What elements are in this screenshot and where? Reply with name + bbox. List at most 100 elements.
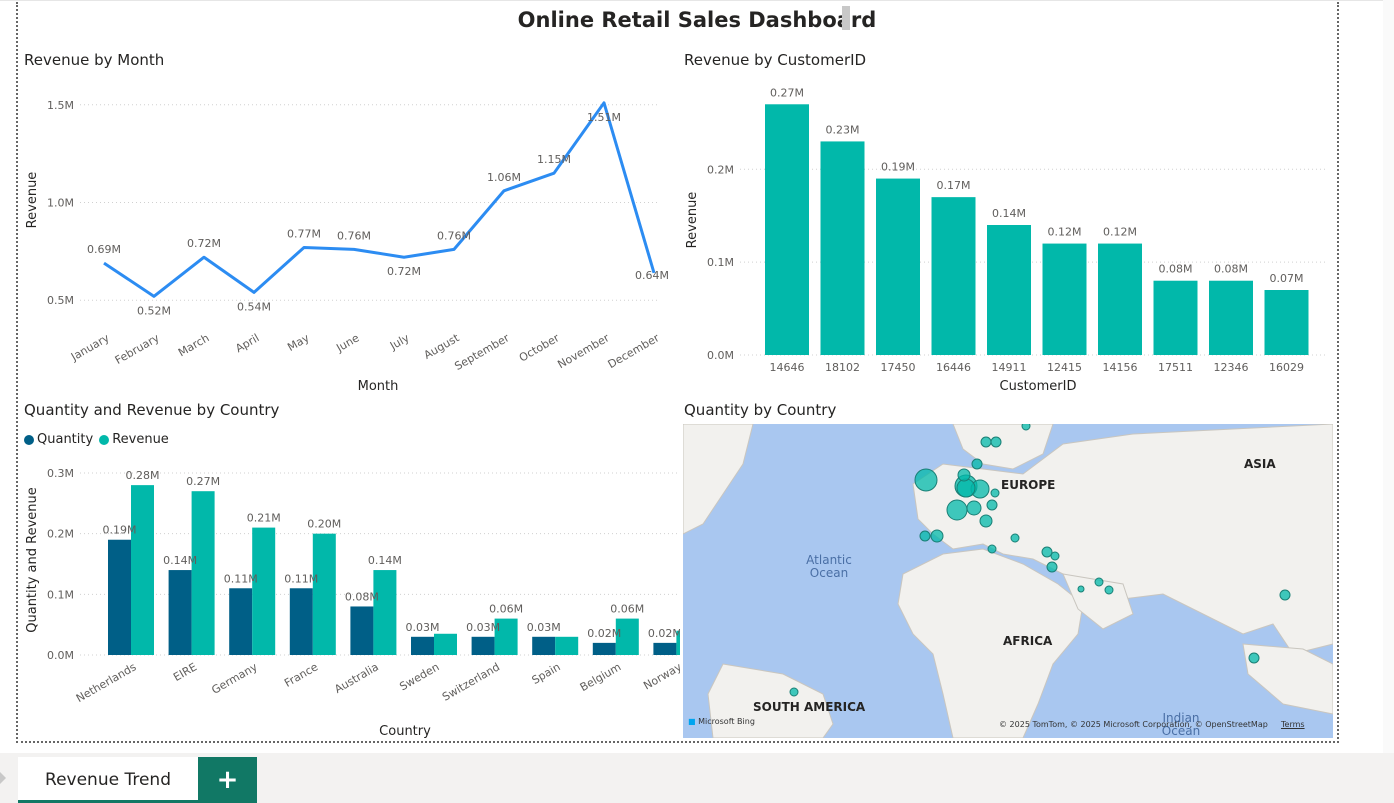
revenue-by-month-chart[interactable]: 0.5M 1.0M 1.5M 0.69M January 0.52M February 0.7…: [20, 80, 675, 400]
data-label-revenue: 0.06M: [610, 603, 644, 616]
map-bubble: [966, 500, 982, 516]
x-tick-label: 17450: [881, 361, 916, 374]
data-label-quantity: 0.02M: [587, 627, 621, 640]
legend-item-quantity[interactable]: Quantity: [24, 432, 93, 447]
region-label-europe: EUROPE: [1001, 478, 1056, 492]
x-tick-label: February: [113, 331, 162, 367]
x-tick-label: Belgium: [578, 660, 624, 694]
top-border: [0, 0, 1394, 1]
bar: [876, 178, 920, 355]
y-tick-label: 0.1M: [47, 588, 74, 601]
bar-quantity: [592, 642, 616, 655]
chart-legend: Quantity Revenue: [24, 432, 169, 447]
x-tick-label: August: [422, 331, 462, 362]
bar-quantity: [229, 588, 253, 655]
line-chart-title: Revenue by Month: [24, 51, 165, 69]
dashboard-title: Online Retail Sales Dashboard: [517, 8, 877, 32]
x-tick-label: July: [387, 331, 412, 353]
ocean-label-atlantic: Atlantic Ocean: [806, 553, 852, 580]
map-bubble: [1248, 652, 1260, 664]
x-tick-label: September: [452, 331, 512, 373]
bar-quantity: [532, 636, 556, 655]
map-bubble: [979, 514, 993, 528]
x-tick-label: EIRE: [171, 660, 199, 684]
bar-quantity: [653, 642, 677, 655]
data-label: 1.06M: [487, 171, 521, 184]
data-label: 0.17M: [937, 179, 971, 192]
y-axis-title: Revenue: [25, 172, 40, 229]
bar-revenue: [434, 633, 457, 655]
data-label: 0.72M: [387, 265, 421, 278]
x-tick-label: 14646: [770, 361, 805, 374]
data-label: 0.19M: [881, 161, 915, 174]
data-label-revenue: 0.28M: [126, 469, 160, 482]
data-label-revenue: 0.14M: [368, 554, 402, 567]
x-axis-title: Country: [379, 724, 431, 739]
y-tick-label: 0.2M: [707, 163, 734, 176]
bar-quantity: [471, 636, 495, 655]
data-label-quantity: 0.11M: [284, 572, 318, 585]
data-label-revenue: 0.21M: [247, 512, 281, 525]
data-label-quantity: 0.19M: [103, 524, 137, 537]
data-label: 0.69M: [87, 243, 121, 256]
x-tick-label: December: [606, 331, 662, 371]
scroll-left-icon[interactable]: [0, 772, 6, 784]
bar: [1042, 243, 1087, 355]
map-bubble: [1094, 577, 1104, 587]
y-tick-label: 1.5M: [47, 99, 74, 112]
y-tick-label: 0.0M: [47, 649, 74, 662]
map-bubble: [1021, 424, 1031, 431]
bar: [765, 104, 809, 356]
tab-revenue-trend[interactable]: Revenue Trend: [18, 757, 198, 803]
clustered-chart-title: Quantity and Revenue by Country: [24, 401, 280, 419]
x-tick-label: 14156: [1103, 361, 1138, 374]
bar: [820, 141, 865, 355]
data-label: 0.07M: [1270, 272, 1304, 285]
x-tick-label: May: [285, 331, 312, 354]
map-credit-bing-text: Microsoft Bing: [698, 717, 755, 726]
map-bubble: [946, 499, 968, 521]
x-tick-label: Australia: [332, 660, 381, 696]
data-label-quantity: 0.03M: [406, 621, 440, 634]
landmass-north-america: [683, 424, 754, 535]
data-label: 0.72M: [187, 237, 221, 250]
data-label: 0.23M: [826, 123, 860, 136]
map-credit-copyright: © 2025 TomTom, © 2025 Microsoft Corporat…: [999, 720, 1268, 729]
map-terms-link[interactable]: Terms: [1281, 720, 1305, 729]
bar-revenue: [252, 527, 276, 655]
map-bubble: [1050, 551, 1060, 561]
data-label: 1.15M: [537, 153, 571, 166]
map-bubble: [789, 687, 799, 697]
bar: [987, 225, 1031, 355]
data-label: 0.76M: [337, 229, 371, 242]
map-bubble: [919, 530, 931, 542]
data-label: 0.14M: [992, 207, 1026, 220]
bar-quantity: [411, 636, 434, 655]
revenue-by-customer-chart[interactable]: 0.0M 0.1M 0.2M 0.27M 14646 0.23M 18102 0.19M 174…: [680, 80, 1335, 400]
series-line-revenue: [103, 101, 656, 298]
vertical-scrollbar[interactable]: [1383, 0, 1394, 753]
x-tick-label: Sweden: [397, 660, 441, 693]
bar-quantity: [108, 539, 131, 655]
data-label: 0.76M: [437, 229, 471, 242]
data-label: 0.77M: [287, 227, 321, 240]
x-tick-label: 18102: [825, 361, 860, 374]
quantity-revenue-by-country-chart[interactable]: 0.0M 0.1M 0.2M 0.3M 0.19M 0.28M Netherlands 0.1…: [20, 455, 680, 745]
add-page-button[interactable]: +: [198, 757, 257, 803]
title-resize-handle[interactable]: [842, 6, 850, 30]
bar-quantity: [289, 588, 313, 655]
data-label: 0.54M: [237, 300, 271, 313]
quantity-by-country-map[interactable]: EUROPE ASIA AFRICA SOUTH AMERICA Atlanti…: [683, 424, 1333, 738]
map-bubble: [980, 436, 992, 448]
x-tick-label: March: [176, 331, 212, 359]
x-tick-label: June: [333, 331, 361, 355]
data-label-quantity: 0.14M: [163, 554, 197, 567]
map-bubble: [957, 468, 971, 482]
legend-item-revenue[interactable]: Revenue: [99, 432, 169, 447]
map-bubble: [1046, 561, 1058, 573]
map-bubble: [956, 478, 976, 498]
x-tick-label: Spain: [530, 660, 563, 687]
region-label-south-america: SOUTH AMERICA: [753, 700, 866, 714]
bar-revenue: [373, 570, 397, 655]
map-title: Quantity by Country: [684, 401, 837, 419]
